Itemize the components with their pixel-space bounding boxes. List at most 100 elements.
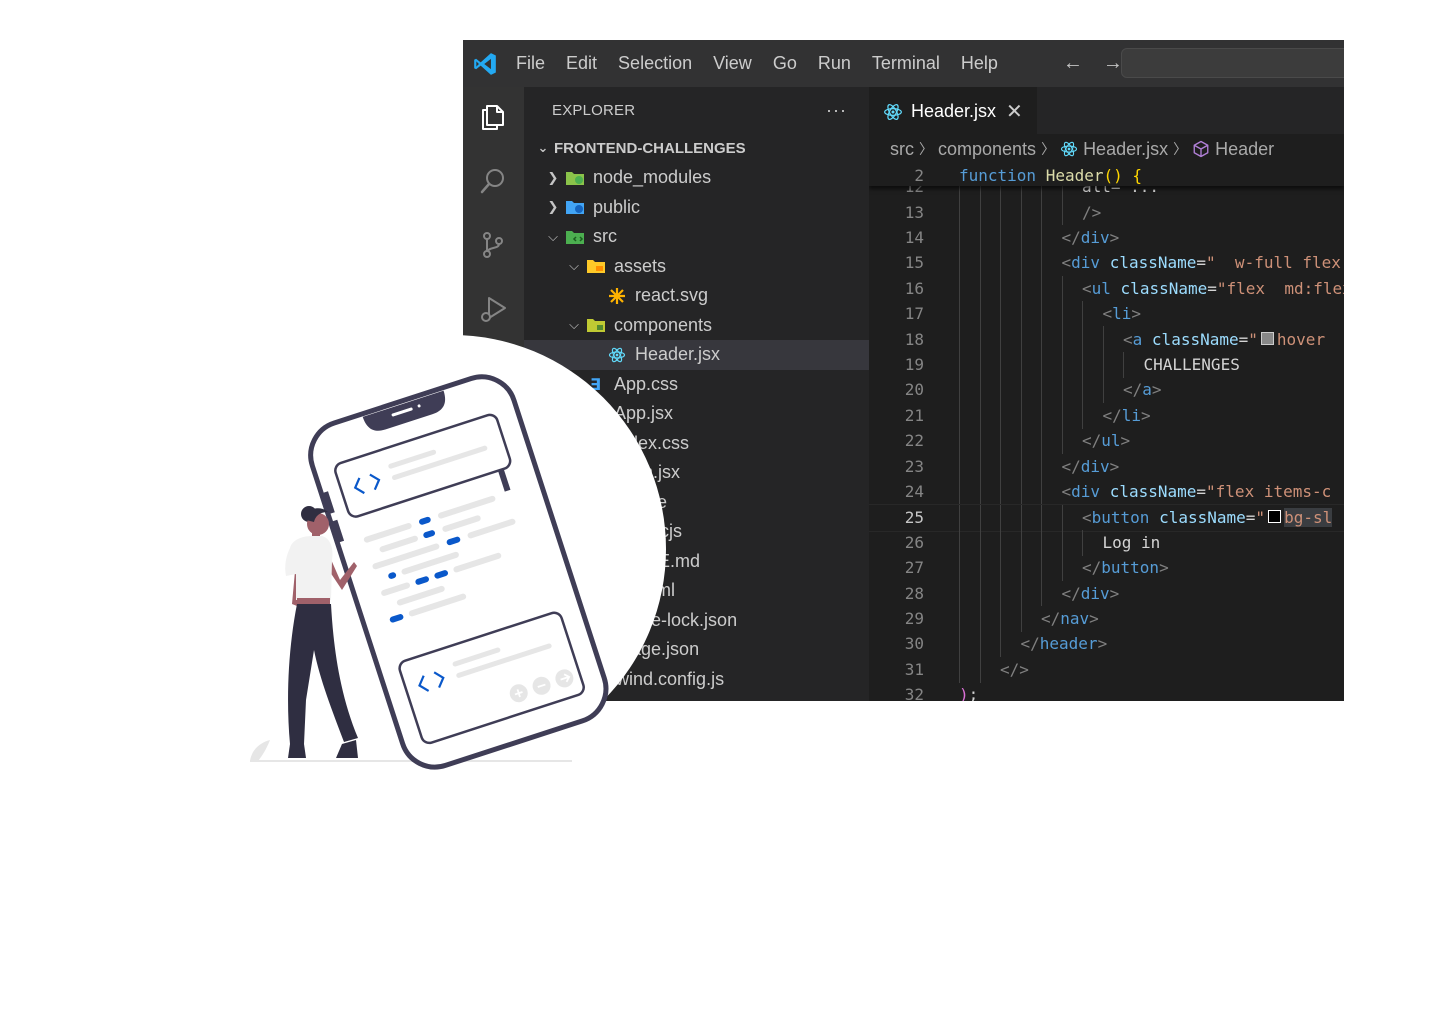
- tree-item-label: tailwind.config.js: [593, 668, 725, 689]
- indent-guide: [1000, 605, 1001, 632]
- chevron-down-icon: ⌵: [569, 258, 579, 274]
- tree-item[interactable]: ⌵ components: [524, 311, 869, 341]
- title-bar: File Edit Selection View Go Run Terminal Help ←…: [463, 40, 1344, 87]
- code-line[interactable]: 13 />: [869, 199, 1344, 226]
- tree-item[interactable]: react.svg: [524, 281, 869, 311]
- indent-guide: [1123, 351, 1124, 378]
- line-number: 17: [904, 304, 924, 324]
- code-line[interactable]: 32);: [869, 682, 1344, 701]
- menu-terminal[interactable]: Terminal: [872, 53, 940, 74]
- code-text: <button className=" bg-sl: [1082, 508, 1333, 528]
- breadcrumb-file[interactable]: Header.jsx: [1083, 139, 1168, 160]
- tree-item[interactable]: ∃ index.css: [524, 429, 869, 459]
- code-line[interactable]: 26 Log in: [869, 529, 1344, 556]
- chevron-right-icon: ❯: [547, 199, 559, 215]
- indent-guide: [1082, 529, 1083, 556]
- command-center-search[interactable]: [1121, 48, 1344, 78]
- code-editor[interactable]: 2 function Header () { 12 alt="..." 13/> 14…: [869, 164, 1344, 701]
- breadcrumb-symbol[interactable]: Header: [1215, 139, 1274, 160]
- code-line[interactable]: 17 <li>: [869, 301, 1344, 327]
- code-line[interactable]: 14 </div>: [869, 224, 1344, 251]
- indent-guide: [979, 326, 981, 353]
- explorer-header: EXPLORER ···: [524, 87, 869, 133]
- run-debug-icon[interactable]: [477, 293, 509, 325]
- search-icon[interactable]: [477, 165, 509, 197]
- indent-guide: [1020, 605, 1022, 632]
- code-line[interactable]: 30 </header>: [869, 631, 1344, 658]
- breadcrumb-components[interactable]: components: [938, 139, 1036, 160]
- code-text: </a>: [1123, 380, 1162, 400]
- tree-item[interactable]: tailwind.config.js: [524, 665, 869, 695]
- indent-guide: [1000, 224, 1001, 251]
- tree-item[interactable]: App.jsx: [524, 399, 869, 429]
- indent-guide: [1082, 351, 1083, 378]
- sticky-scroll-header[interactable]: 2 function Header () {: [869, 164, 1344, 186]
- tree-item[interactable]: package.json: [524, 635, 869, 665]
- menu-selection[interactable]: Selection: [618, 53, 692, 74]
- code-line[interactable]: 25 <button className=" bg-sl: [869, 504, 1344, 532]
- breadcrumb-src[interactable]: src: [890, 139, 914, 160]
- menu-go[interactable]: Go: [773, 53, 797, 74]
- forward-arrow-icon[interactable]: →: [1103, 52, 1123, 75]
- editor-area: Header.jsx ✕ src 〉 components 〉 Header.j…: [869, 87, 1344, 701]
- back-arrow-icon[interactable]: ←: [1063, 52, 1083, 75]
- vscode-window: File Edit Selection View Go Run Terminal Help ←…: [463, 40, 1344, 701]
- menu-run[interactable]: Run: [818, 53, 851, 74]
- indent-guide: [959, 555, 960, 581]
- menu-edit[interactable]: Edit: [566, 53, 597, 74]
- tree-item[interactable]: index.html: [524, 576, 869, 606]
- code-line[interactable]: 29 </nav>: [869, 605, 1344, 632]
- source-control-icon[interactable]: [477, 229, 509, 261]
- tree-item[interactable]: README.md: [524, 547, 869, 577]
- indent-guide: [979, 199, 981, 226]
- tree-item[interactable]: package-lock.json: [524, 606, 869, 636]
- css-file-icon: ∃: [585, 434, 607, 452]
- code-line[interactable]: 20 </a>: [869, 377, 1344, 404]
- tree-item-label: node_modules: [593, 167, 712, 188]
- code-line[interactable]: 23 </div>: [869, 453, 1344, 480]
- tab-header-jsx[interactable]: Header.jsx ✕: [869, 87, 1037, 135]
- close-icon[interactable]: ✕: [1006, 99, 1023, 124]
- menu-help[interactable]: Help: [961, 53, 998, 74]
- code-text: <li>: [1102, 304, 1142, 324]
- code-line[interactable]: 24 <div className="flex items-c: [869, 478, 1344, 505]
- tree-item[interactable]: main.jsx: [524, 458, 869, 488]
- menu-file[interactable]: File: [516, 53, 545, 74]
- code-line[interactable]: 28 </div>: [869, 580, 1344, 607]
- tree-item[interactable]: Header.jsx: [524, 340, 869, 370]
- breadcrumb: src 〉 components 〉 Header.jsx 〉 Header: [869, 134, 1344, 164]
- code-line[interactable]: 15 <div className=" w-full flex: [869, 250, 1344, 277]
- project-section[interactable]: ⌄ FRONTEND-CHALLENGES: [524, 133, 869, 163]
- code-line[interactable]: 16 <ul className="flex md:flex: [869, 275, 1344, 302]
- indent-guide: [1102, 326, 1104, 353]
- code-line[interactable]: 21 </li>: [869, 402, 1344, 429]
- indent-guide: [1000, 529, 1001, 556]
- code-line[interactable]: 31 </>: [869, 656, 1344, 683]
- tree-item[interactable]: ∃ App.css: [524, 370, 869, 400]
- tree-item[interactable]: ❯ public: [524, 193, 869, 223]
- code-text: </>: [1000, 659, 1029, 679]
- more-actions-icon[interactable]: ···: [826, 100, 847, 121]
- code-line[interactable]: 27 </button>: [869, 555, 1344, 581]
- tree-item[interactable]: ⌵ src: [524, 222, 869, 252]
- indent-guide: [959, 529, 960, 556]
- react-icon: [884, 103, 902, 120]
- code-line[interactable]: 22 </ul>: [869, 428, 1344, 454]
- code-line[interactable]: 18 <a className=" hover: [869, 326, 1344, 353]
- indent-guide: [979, 402, 981, 429]
- indent-guide: [1020, 555, 1022, 581]
- indent-guide: [1020, 453, 1022, 480]
- indent-guide: [979, 555, 981, 581]
- code-text: </div>: [1061, 227, 1120, 247]
- css-file-icon: ∃: [585, 375, 607, 393]
- explorer-files-icon[interactable]: [477, 101, 509, 133]
- tree-item[interactable]: ⌵ assets: [524, 252, 869, 282]
- tree-item[interactable]: .eslintrc.cjs: [524, 517, 869, 547]
- code-line[interactable]: 19 CHALLENGES: [869, 351, 1344, 378]
- tree-item[interactable]: .gitignore: [524, 488, 869, 518]
- tree-item[interactable]: ❯ node_modules: [524, 163, 869, 193]
- indent-guide: [1061, 505, 1063, 532]
- file-tree: ❯ node_modules ❯ public ⌵ src ⌵ assets react.svg…: [524, 163, 869, 694]
- indent-guide: [1061, 377, 1063, 404]
- menu-view[interactable]: View: [713, 53, 752, 74]
